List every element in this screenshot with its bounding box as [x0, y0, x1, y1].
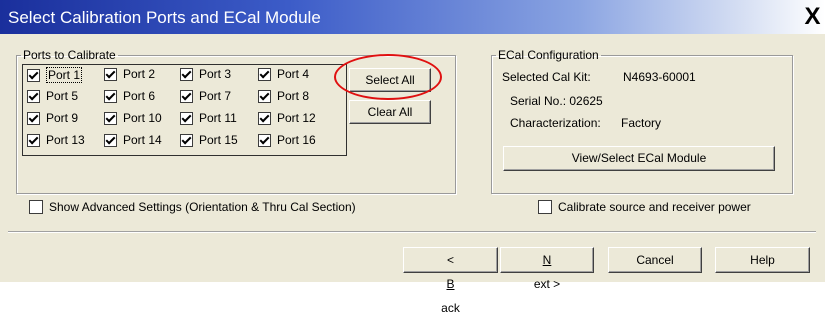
- port-checkbox-label: Port 10: [123, 111, 162, 125]
- advanced-settings-label: Show Advanced Settings (Orientation & Th…: [49, 200, 356, 214]
- port-checkbox-label: Port 13: [46, 133, 85, 147]
- port-checkbox-box[interactable]: [27, 89, 40, 103]
- port-checkbox-label: Port 3: [199, 67, 232, 81]
- view-select-ecal-button[interactable]: View/Select ECal Module: [503, 146, 775, 171]
- view-select-ecal-label: View/Select ECal Module: [571, 151, 707, 165]
- port-checkbox-box[interactable]: [258, 67, 271, 81]
- back-button[interactable]: < Back: [403, 247, 498, 315]
- help-button[interactable]: Help: [715, 247, 810, 273]
- title-bar: Select Calibration Ports and ECal Module…: [0, 0, 825, 34]
- port-checkbox-box[interactable]: [27, 111, 40, 125]
- port-checkbox-label: Port 7: [199, 89, 232, 103]
- port-checkbox-box[interactable]: [258, 111, 271, 125]
- port-checkbox[interactable]: Port 4: [258, 67, 309, 81]
- port-checkbox[interactable]: Port 14: [104, 133, 162, 147]
- port-checkbox-label: Port 11: [199, 111, 237, 125]
- clear-all-button[interactable]: Clear All: [349, 100, 431, 124]
- port-checkbox-label: Port 6: [123, 89, 156, 103]
- back-label: < Back: [441, 253, 460, 315]
- calibrate-power-checkbox[interactable]: Calibrate source and receiver power: [538, 200, 751, 214]
- port-checkbox[interactable]: Port 1: [27, 67, 83, 83]
- ports-list: Port 1 Port 2 Port 3 Port 4 Port 5 Port 6 Port…: [22, 64, 347, 156]
- port-checkbox-label: Port 15: [199, 133, 238, 147]
- port-checkbox[interactable]: Port 13: [27, 133, 85, 147]
- port-checkbox-label: Port 5: [46, 89, 79, 103]
- port-checkbox-box[interactable]: [27, 133, 40, 147]
- port-checkbox[interactable]: Port 2: [104, 67, 155, 81]
- select-all-label: Select All: [365, 73, 415, 87]
- select-all-button[interactable]: Select All: [349, 68, 431, 92]
- characterization-label: Characterization:: [510, 116, 601, 130]
- port-checkbox[interactable]: Port 7: [180, 89, 231, 103]
- port-checkbox[interactable]: Port 10: [104, 111, 162, 125]
- port-checkbox-box[interactable]: [104, 133, 117, 147]
- port-checkbox-label: Port 1: [46, 67, 83, 83]
- port-checkbox-label: Port 16: [277, 133, 316, 147]
- cancel-label: Cancel: [636, 253, 674, 267]
- port-checkbox-box[interactable]: [27, 68, 40, 82]
- port-checkbox[interactable]: Port 5: [27, 89, 78, 103]
- port-checkbox[interactable]: Port 16: [258, 133, 316, 147]
- port-checkbox[interactable]: Port 11: [180, 111, 237, 125]
- next-label: Next >: [533, 253, 561, 291]
- close-button[interactable]: X: [800, 4, 825, 30]
- port-checkbox-label: Port 8: [277, 89, 310, 103]
- port-checkbox-box[interactable]: [104, 111, 117, 125]
- port-checkbox-label: Port 2: [123, 67, 156, 81]
- port-checkbox-box[interactable]: [180, 111, 193, 125]
- advanced-settings-checkbox[interactable]: Show Advanced Settings (Orientation & Th…: [29, 200, 356, 214]
- calibration-dialog: Select Calibration Ports and ECal Module…: [0, 0, 825, 315]
- port-checkbox-label: Port 9: [46, 111, 79, 125]
- ecal-group-legend: ECal Configuration: [498, 48, 599, 62]
- clear-all-label: Clear All: [367, 105, 413, 119]
- help-label: Help: [750, 253, 775, 267]
- window-title: Select Calibration Ports and ECal Module: [8, 8, 321, 27]
- port-checkbox-box[interactable]: [180, 133, 193, 147]
- cancel-button[interactable]: Cancel: [608, 247, 702, 273]
- port-checkbox[interactable]: Port 3: [180, 67, 231, 81]
- port-checkbox-label: Port 4: [277, 67, 310, 81]
- port-checkbox[interactable]: Port 15: [180, 133, 238, 147]
- port-checkbox-box[interactable]: [104, 67, 117, 81]
- port-checkbox-box[interactable]: [104, 89, 117, 103]
- cal-kit-label: Selected Cal Kit:: [502, 70, 591, 84]
- calibrate-power-box[interactable]: [538, 200, 552, 214]
- port-checkbox[interactable]: Port 12: [258, 111, 316, 125]
- port-checkbox-label: Port 12: [277, 111, 316, 125]
- port-checkbox-label: Port 14: [123, 133, 162, 147]
- advanced-settings-box[interactable]: [29, 200, 43, 214]
- port-checkbox[interactable]: Port 6: [104, 89, 155, 103]
- port-checkbox-box[interactable]: [180, 89, 193, 103]
- characterization-value: Factory: [621, 116, 662, 130]
- separator-line: [8, 231, 816, 233]
- next-button[interactable]: Next >: [500, 247, 594, 291]
- port-checkbox-box[interactable]: [258, 89, 271, 103]
- port-checkbox-box[interactable]: [258, 133, 271, 147]
- serial-number: Serial No.: 02625: [510, 94, 603, 108]
- port-checkbox-box[interactable]: [180, 67, 193, 81]
- calibrate-power-label: Calibrate source and receiver power: [558, 200, 751, 214]
- port-checkbox[interactable]: Port 8: [258, 89, 309, 103]
- ports-group-legend: Ports to Calibrate: [23, 48, 116, 62]
- port-checkbox[interactable]: Port 9: [27, 111, 78, 125]
- cal-kit-value: N4693-60001: [623, 70, 696, 84]
